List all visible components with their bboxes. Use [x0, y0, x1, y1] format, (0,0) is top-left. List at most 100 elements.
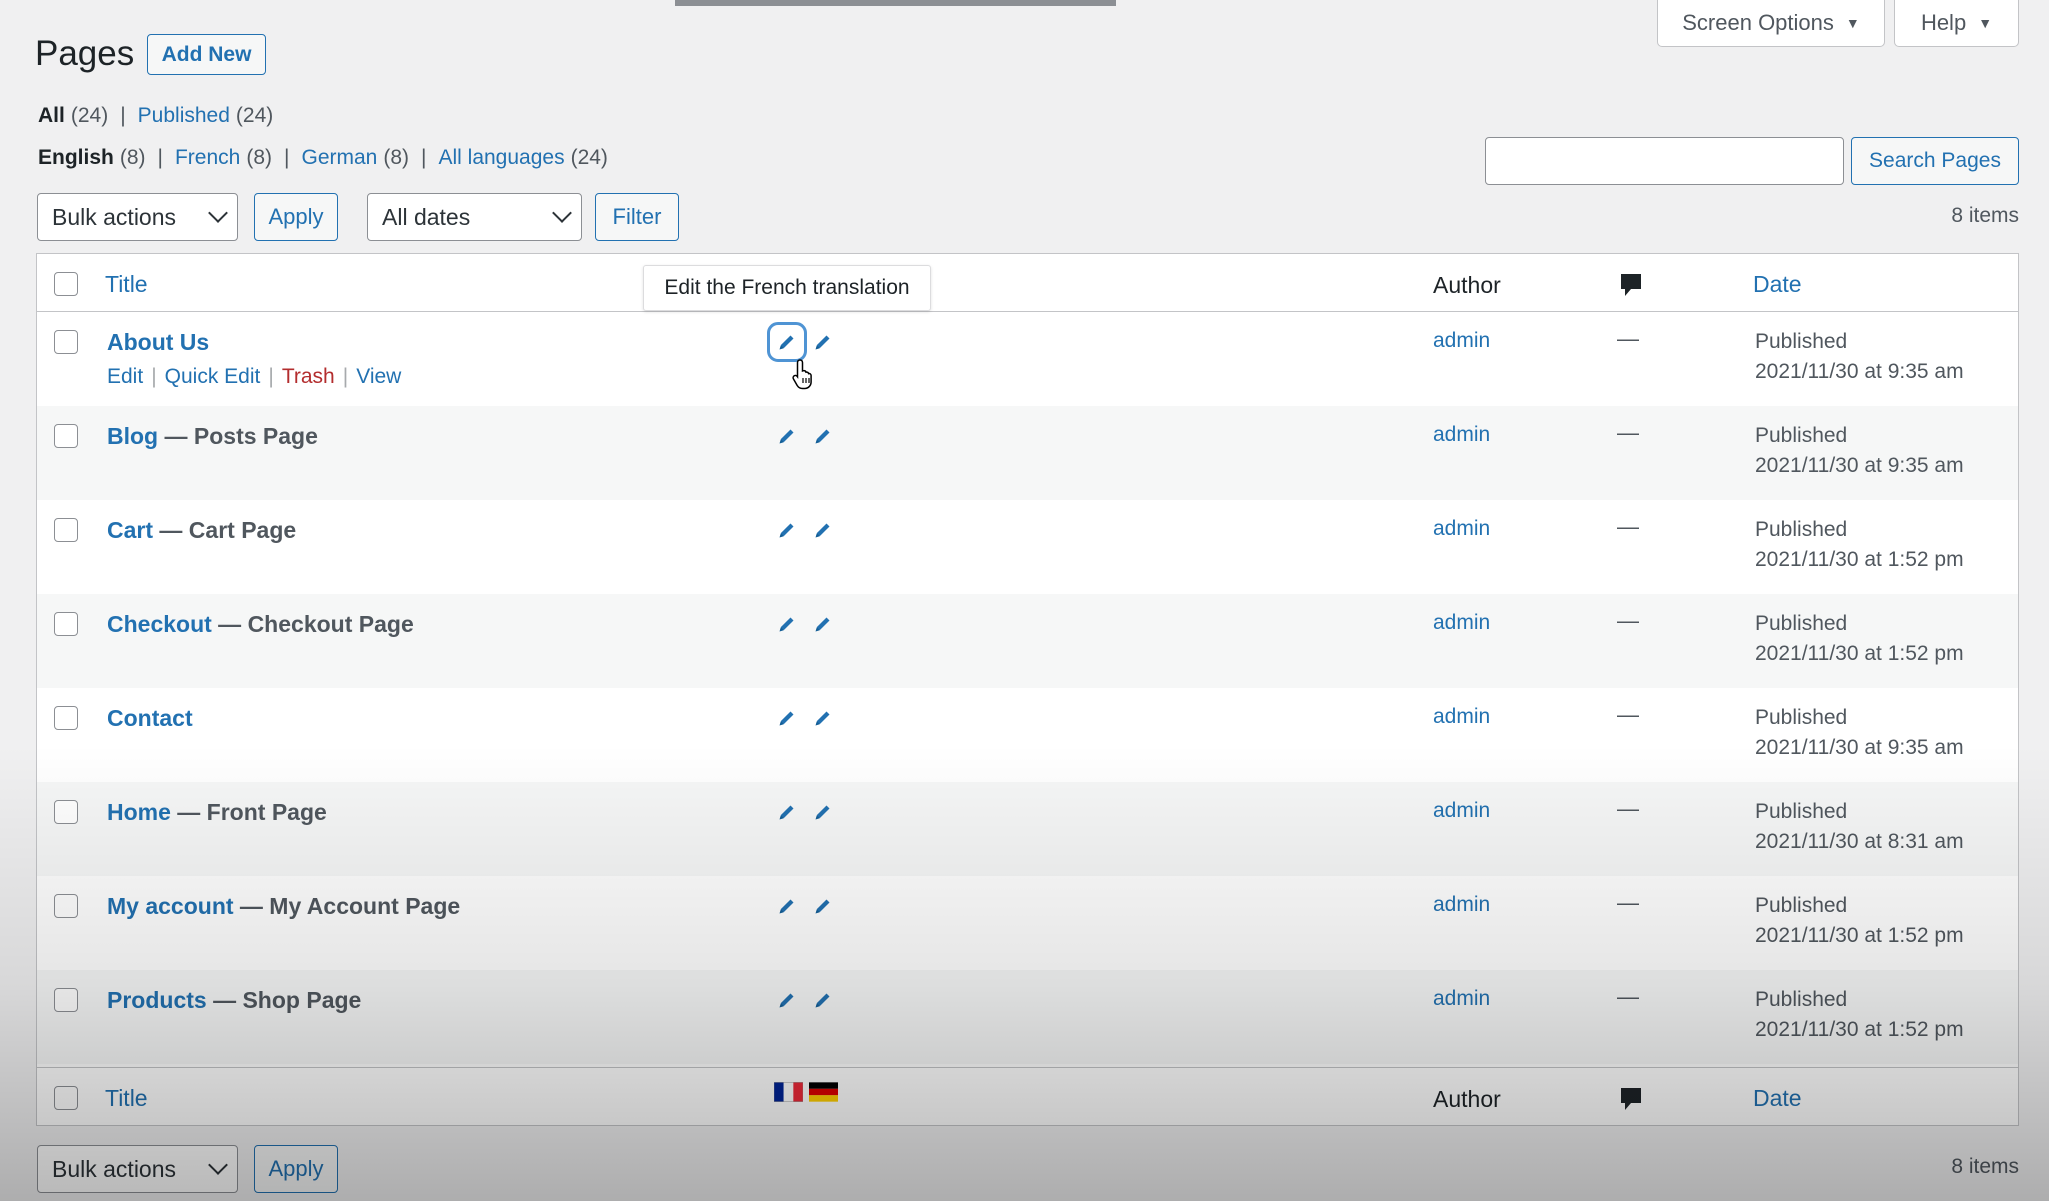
status-filter-all[interactable]: All: [38, 104, 65, 128]
pencil-icon[interactable]: [812, 331, 834, 353]
title-column-footer[interactable]: Title: [105, 1085, 148, 1112]
filter-separator: |: [120, 104, 126, 127]
page-title-link[interactable]: My account: [107, 893, 234, 919]
select-all-checkbox[interactable]: [54, 1086, 78, 1110]
row-checkbox[interactable]: [54, 612, 78, 636]
bulk-actions-select[interactable]: Bulk actions: [37, 193, 238, 241]
title-column-header[interactable]: Title: [105, 271, 148, 298]
edit-link[interactable]: Edit: [107, 365, 143, 389]
pencil-icon[interactable]: [812, 801, 834, 823]
comment-bubble-icon[interactable]: [1619, 272, 1643, 305]
page-title-cell: Products — Shop Page: [107, 987, 361, 1014]
pencil-icon[interactable]: [776, 425, 798, 447]
row-checkbox[interactable]: [54, 894, 78, 918]
hand-cursor-icon: [792, 359, 812, 390]
page-title-link[interactable]: Blog: [107, 423, 158, 449]
flag-germany-icon: [809, 1082, 838, 1102]
author-link[interactable]: admin: [1433, 987, 1490, 1011]
comment-count: —: [1617, 608, 1639, 633]
dropdown-triangle-icon: ▼: [1978, 15, 1993, 31]
pencil-icon[interactable]: [812, 707, 834, 729]
apply-button[interactable]: Apply: [254, 193, 338, 241]
table-row: Cart — Cart Page admin — Published 2021/…: [37, 500, 2018, 594]
filter-button[interactable]: Filter: [595, 193, 679, 241]
publish-date: 2021/11/30 at 1:52 pm: [1755, 1018, 1964, 1041]
date-cell: Published 2021/11/30 at 9:35 am: [1755, 327, 1964, 387]
page-state: — Shop Page: [206, 987, 362, 1013]
screen-options-button[interactable]: Screen Options ▼: [1657, 0, 1885, 47]
language-filter-german[interactable]: German: [301, 146, 377, 170]
pencil-icon[interactable]: [776, 801, 798, 823]
trash-link[interactable]: Trash: [282, 365, 335, 389]
pencil-icon[interactable]: [812, 425, 834, 447]
date-column-footer[interactable]: Date: [1753, 1085, 1802, 1112]
apply-button-bottom[interactable]: Apply: [254, 1145, 338, 1193]
publish-status: Published: [1755, 424, 1848, 447]
author-link[interactable]: admin: [1433, 705, 1490, 729]
screen-options-label: Screen Options: [1682, 10, 1834, 35]
page-title-link[interactable]: Contact: [107, 705, 193, 731]
pages-table: Title Author Date About Us Edit | Quick E…: [36, 253, 2019, 1126]
pencil-icon[interactable]: [812, 989, 834, 1011]
pencil-icon[interactable]: [776, 613, 798, 635]
items-count-bottom: 8 items: [1951, 1155, 2019, 1178]
date-column-header[interactable]: Date: [1753, 271, 1802, 298]
translation-edit-icons: [776, 989, 834, 1011]
row-checkbox[interactable]: [54, 800, 78, 824]
author-link[interactable]: admin: [1433, 893, 1490, 917]
select-all-checkbox[interactable]: [54, 272, 78, 296]
page-title-link[interactable]: Checkout: [107, 611, 212, 637]
table-row: About Us Edit | Quick Edit | Trash | View a…: [37, 312, 2018, 406]
row-checkbox[interactable]: [54, 518, 78, 542]
pencil-icon[interactable]: [776, 707, 798, 729]
pencil-icon[interactable]: [776, 989, 798, 1011]
status-filter-published[interactable]: Published: [138, 104, 230, 128]
pencil-icon[interactable]: [767, 322, 807, 362]
add-new-button[interactable]: Add New: [147, 34, 266, 75]
dropdown-triangle-icon: ▼: [1845, 15, 1860, 31]
pencil-icon[interactable]: [812, 895, 834, 917]
search-input[interactable]: [1485, 137, 1844, 185]
page-title-link[interactable]: About Us: [107, 329, 209, 355]
page-title-link[interactable]: Cart: [107, 517, 153, 543]
pencil-icon[interactable]: [776, 895, 798, 917]
bulk-actions-select-bottom[interactable]: Bulk actions: [37, 1145, 238, 1193]
publish-status: Published: [1755, 330, 1848, 353]
view-link[interactable]: View: [356, 365, 401, 389]
translation-edit-icons: [776, 707, 834, 729]
date-filter-value: All dates: [382, 203, 471, 230]
row-checkbox[interactable]: [54, 706, 78, 730]
bulk-actions-value: Bulk actions: [52, 203, 177, 230]
page-title-link[interactable]: Home: [107, 799, 171, 825]
language-filter-french[interactable]: French: [175, 146, 240, 170]
pencil-icon[interactable]: [812, 519, 834, 541]
row-checkbox[interactable]: [54, 424, 78, 448]
author-link[interactable]: admin: [1433, 423, 1490, 447]
chevron-down-icon: [208, 1155, 228, 1175]
language-filter-all-languages[interactable]: All languages: [438, 146, 564, 170]
translation-tooltip: Edit the French translation: [643, 265, 931, 311]
page-state: — Cart Page: [153, 517, 297, 543]
publish-status: Published: [1755, 894, 1848, 917]
search-pages-button[interactable]: Search Pages: [1851, 137, 2019, 185]
language-filter-english[interactable]: English: [38, 146, 114, 170]
publish-date: 2021/11/30 at 8:31 am: [1755, 830, 1964, 853]
author-link[interactable]: admin: [1433, 799, 1490, 823]
pencil-icon[interactable]: [776, 519, 798, 541]
row-checkbox[interactable]: [54, 330, 78, 354]
quick-edit-link[interactable]: Quick Edit: [165, 365, 261, 389]
author-link[interactable]: admin: [1433, 517, 1490, 541]
author-link[interactable]: admin: [1433, 329, 1490, 353]
page-title-cell: Home — Front Page: [107, 799, 327, 826]
publish-date: 2021/11/30 at 1:52 pm: [1755, 548, 1964, 571]
pencil-icon[interactable]: [812, 613, 834, 635]
comment-bubble-icon[interactable]: [1619, 1086, 1643, 1119]
author-link[interactable]: admin: [1433, 611, 1490, 635]
items-count: 8 items: [1951, 204, 2019, 227]
page-title-cell: Contact: [107, 705, 193, 732]
publish-date: 2021/11/30 at 9:35 am: [1755, 454, 1964, 477]
help-button[interactable]: Help ▼: [1894, 0, 2019, 47]
row-checkbox[interactable]: [54, 988, 78, 1012]
date-filter-select[interactable]: All dates: [367, 193, 582, 241]
page-title-link[interactable]: Products: [107, 987, 207, 1013]
